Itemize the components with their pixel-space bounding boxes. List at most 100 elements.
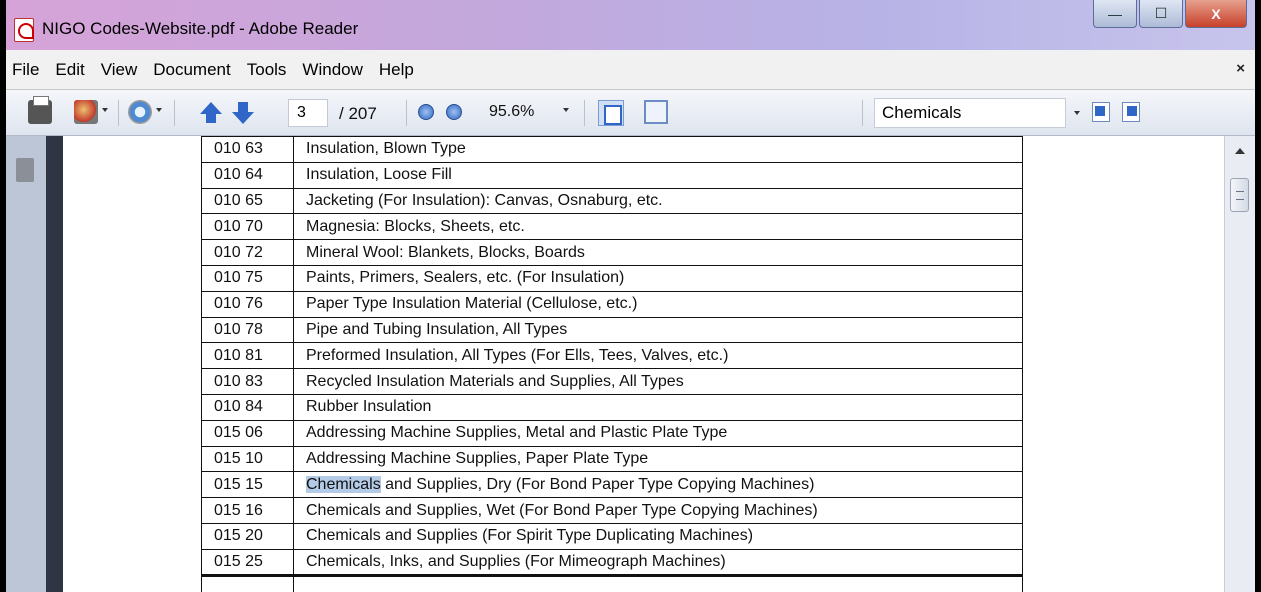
- code-cell: 015 20: [201, 522, 294, 550]
- create-pdf-dropdown-icon[interactable]: [102, 108, 108, 112]
- table-row: 010 81 Preformed Insulation, All Types (…: [201, 342, 1023, 370]
- description-cell: Jacketing (For Insulation): Canvas, Osna…: [293, 187, 1023, 215]
- fit-page-icon[interactable]: [598, 100, 624, 126]
- window-controls: — ☐ X: [1093, 0, 1247, 30]
- table-row: 015 06 Addressing Machine Supplies, Meta…: [201, 419, 1023, 447]
- document-area: 010 63 Insulation, Blown Type 010 64 Ins…: [6, 136, 1255, 592]
- description-cell: Preformed Insulation, All Types (For Ell…: [293, 342, 1023, 370]
- scroll-thumb[interactable]: [1230, 178, 1249, 212]
- table-row: 015 10 Addressing Machine Supplies, Pape…: [201, 445, 1023, 473]
- description-text: and Supplies, Dry (For Bond Paper Type C…: [380, 475, 815, 493]
- collaborate-dropdown-icon[interactable]: [156, 108, 162, 112]
- description-cell: Pipe and Tubing Insulation, All Types: [293, 316, 1023, 344]
- code-cell: 010 65: [201, 187, 294, 215]
- page-total-label: / 207: [339, 104, 377, 123]
- scroll-up-icon[interactable]: [1235, 148, 1245, 154]
- toolbar-separator: [406, 100, 407, 126]
- pages-panel-icon[interactable]: [13, 155, 34, 182]
- toolbar-separator: [174, 100, 175, 126]
- description-cell: Chemicals, Inks, and Supplies (For Mimeo…: [293, 548, 1023, 576]
- table-row: 015 20 Chemicals and Supplies (For Spiri…: [201, 522, 1023, 550]
- menu-help[interactable]: Help: [371, 60, 422, 80]
- code-cell: 015 10: [201, 445, 294, 473]
- description-cell: [293, 573, 1023, 592]
- menu-view[interactable]: View: [93, 60, 146, 80]
- table-row: 010 64 Insulation, Loose Fill: [201, 161, 1023, 189]
- code-cell: 010 83: [201, 368, 294, 395]
- print-icon[interactable]: [28, 96, 52, 124]
- description-cell: Chemicals and Supplies, Dry (For Bond Pa…: [293, 471, 1023, 499]
- table-row: 010 84 Rubber Insulation: [201, 393, 1023, 421]
- zoom-dropdown-icon[interactable]: [563, 108, 569, 112]
- code-cell: 010 64: [201, 161, 294, 189]
- table-row: 010 65 Jacketing (For Insulation): Canva…: [201, 187, 1023, 215]
- pdf-app-icon: [14, 18, 34, 42]
- previous-page-icon[interactable]: [200, 102, 222, 124]
- close-button[interactable]: X: [1185, 0, 1247, 28]
- description-cell: Rubber Insulation: [293, 393, 1023, 421]
- table-row: 015 25 Chemicals, Inks, and Supplies (Fo…: [201, 548, 1023, 576]
- code-cell: 010 75: [201, 264, 294, 292]
- code-cell: [201, 573, 294, 592]
- table-row: 015 15 Chemicals and Supplies, Dry (For …: [201, 471, 1023, 499]
- zoom-level-field[interactable]: 95.6%: [483, 99, 555, 127]
- search-highlight: Chemicals: [306, 475, 381, 493]
- description-cell: Recycled Insulation Materials and Suppli…: [293, 368, 1023, 395]
- menu-window[interactable]: Window: [294, 60, 370, 80]
- description-cell: Mineral Wool: Blankets, Blocks, Boards: [293, 239, 1023, 266]
- table-row: 010 72 Mineral Wool: Blankets, Blocks, B…: [201, 239, 1023, 266]
- code-cell: 010 84: [201, 393, 294, 421]
- description-cell: Magnesia: Blocks, Sheets, etc.: [293, 213, 1023, 241]
- collaborate-icon[interactable]: [128, 100, 152, 124]
- next-page-icon[interactable]: [232, 102, 254, 124]
- table-row-empty: [201, 573, 1023, 592]
- description-cell: Insulation, Loose Fill: [293, 161, 1023, 189]
- code-cell: 015 25: [201, 548, 294, 576]
- find-next-icon[interactable]: [1122, 102, 1140, 122]
- reader-window: NIGO Codes-Website.pdf - Adobe Reader — …: [6, 0, 1255, 592]
- page-number-input[interactable]: [288, 99, 328, 127]
- code-cell: 015 16: [201, 497, 294, 524]
- code-cell: 010 72: [201, 239, 294, 266]
- code-cell: 010 81: [201, 342, 294, 370]
- navigation-pane: [6, 136, 46, 592]
- find-options-icon[interactable]: [1074, 111, 1080, 115]
- toolbar-separator: [862, 100, 863, 126]
- toolbar-separator: [584, 100, 585, 126]
- full-screen-icon[interactable]: [644, 100, 668, 124]
- find-previous-icon[interactable]: [1092, 102, 1110, 122]
- create-pdf-icon[interactable]: [74, 100, 98, 124]
- code-cell: 015 15: [201, 471, 294, 499]
- description-cell: Chemicals and Supplies (For Spirit Type …: [293, 522, 1023, 550]
- minimize-button[interactable]: —: [1093, 0, 1137, 28]
- menu-file[interactable]: File: [6, 60, 47, 80]
- table-row: 010 70 Magnesia: Blocks, Sheets, etc.: [201, 213, 1023, 241]
- toolbar: / 207 95.6%: [6, 90, 1255, 136]
- close-document-button[interactable]: ×: [1236, 60, 1245, 77]
- pdf-page: 010 63 Insulation, Blown Type 010 64 Ins…: [63, 136, 1224, 592]
- table-row: 010 76 Paper Type Insulation Material (C…: [201, 290, 1023, 318]
- menu-edit[interactable]: Edit: [47, 60, 92, 80]
- code-cell: 010 70: [201, 213, 294, 241]
- menu-bar: File Edit View Document Tools Window Hel…: [6, 50, 1255, 90]
- menu-tools[interactable]: Tools: [239, 60, 295, 80]
- description-cell: Addressing Machine Supplies, Metal and P…: [293, 419, 1023, 447]
- page-margin: [46, 136, 63, 592]
- codes-table: 010 63 Insulation, Blown Type 010 64 Ins…: [201, 136, 1023, 592]
- code-cell: 015 06: [201, 419, 294, 447]
- menu-document[interactable]: Document: [145, 60, 238, 80]
- table-row: 015 16 Chemicals and Supplies, Wet (For …: [201, 497, 1023, 524]
- description-cell: Chemicals and Supplies, Wet (For Bond Pa…: [293, 497, 1023, 524]
- toolbar-separator: [118, 100, 119, 126]
- maximize-button[interactable]: ☐: [1139, 0, 1183, 28]
- code-cell: 010 78: [201, 316, 294, 344]
- zoom-out-icon[interactable]: [418, 104, 434, 120]
- description-cell: Paints, Primers, Sealers, etc. (For Insu…: [293, 264, 1023, 292]
- title-bar[interactable]: NIGO Codes-Website.pdf - Adobe Reader — …: [6, 0, 1255, 50]
- find-input[interactable]: [874, 98, 1066, 128]
- window-title: NIGO Codes-Website.pdf - Adobe Reader: [42, 19, 359, 38]
- table-row: 010 78 Pipe and Tubing Insulation, All T…: [201, 316, 1023, 344]
- vertical-scrollbar[interactable]: [1224, 136, 1255, 592]
- zoom-in-icon[interactable]: [446, 104, 462, 120]
- description-cell: Insulation, Blown Type: [293, 136, 1023, 163]
